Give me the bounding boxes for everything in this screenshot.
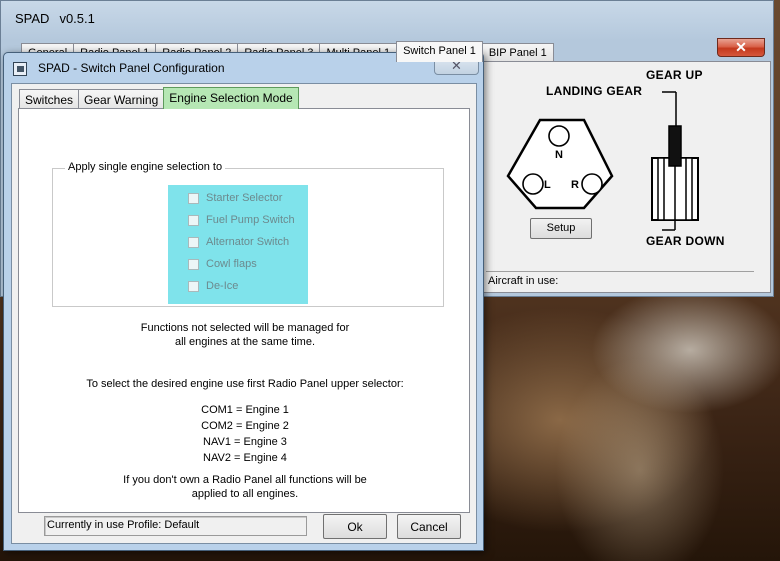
tab-engine-selection-mode[interactable]: Engine Selection Mode bbox=[163, 87, 299, 109]
engine-mapping-list: COM1 = Engine 1 COM2 = Engine 2 NAV1 = E… bbox=[19, 402, 471, 466]
groupbox-label: Apply single engine selection to bbox=[65, 161, 226, 173]
mapping-com1: COM1 = Engine 1 bbox=[201, 404, 289, 416]
cancel-button[interactable]: Cancel bbox=[397, 514, 461, 539]
info-managed-text: Functions not selected will be managed f… bbox=[19, 321, 471, 349]
tab-switches[interactable]: Switches bbox=[19, 89, 80, 109]
aircraft-in-use-status: Aircraft in use: bbox=[486, 271, 754, 289]
spad-close-button[interactable]: ✕ bbox=[717, 38, 765, 57]
spad-app-name: SPAD bbox=[15, 11, 50, 26]
engine-options-list: Starter Selector Fuel Pump Switch Altern… bbox=[168, 185, 308, 304]
checkbox-icon[interactable] bbox=[188, 236, 199, 248]
mapping-nav1: NAV1 = Engine 3 bbox=[203, 436, 287, 448]
option-cowl-flaps[interactable]: Cowl flaps bbox=[188, 255, 257, 273]
setup-button[interactable]: Setup bbox=[530, 218, 592, 239]
info-line: applied to all engines. bbox=[191, 488, 299, 500]
checkbox-icon[interactable] bbox=[188, 192, 199, 204]
engine-selection-panel: Apply single engine selection to Starter… bbox=[18, 108, 470, 513]
tab-gear-warning[interactable]: Gear Warning bbox=[78, 89, 165, 109]
right-gear-light bbox=[581, 173, 603, 195]
option-starter-selector[interactable]: Starter Selector bbox=[188, 189, 282, 207]
option-de-ice[interactable]: De-Ice bbox=[188, 277, 238, 295]
spad-version: v0.5.1 bbox=[59, 11, 95, 26]
ok-button[interactable]: Ok bbox=[323, 514, 387, 539]
info-line: all engines at the same time. bbox=[174, 336, 316, 348]
gear-lever bbox=[651, 91, 699, 231]
checkbox-icon[interactable] bbox=[188, 214, 199, 226]
info-no-radio-text: If you don't own a Radio Panel all funct… bbox=[19, 473, 471, 501]
app-window-icon bbox=[13, 62, 27, 76]
spad-window-title: SPAD v0.5.1 bbox=[15, 11, 95, 26]
option-fuel-pump-switch[interactable]: Fuel Pump Switch bbox=[188, 211, 295, 229]
option-label: De-Ice bbox=[206, 280, 239, 292]
dialog-tab-strip: Switches Gear Warning Engine Selection M… bbox=[19, 87, 299, 109]
checkbox-icon[interactable] bbox=[188, 258, 199, 270]
right-gear-light-label: R bbox=[571, 179, 579, 191]
checkbox-icon[interactable] bbox=[188, 280, 199, 292]
option-label: Fuel Pump Switch bbox=[206, 214, 295, 226]
option-alternator-switch[interactable]: Alternator Switch bbox=[188, 233, 289, 251]
left-gear-light-label: L bbox=[544, 179, 551, 191]
info-line: Functions not selected will be managed f… bbox=[140, 322, 350, 334]
nose-gear-light bbox=[548, 125, 570, 147]
switch-panel-config-dialog: SPAD - Switch Panel Configuration ✕ Swit… bbox=[3, 52, 484, 551]
option-label: Starter Selector bbox=[206, 192, 283, 204]
dialog-client-area: Switches Gear Warning Engine Selection M… bbox=[11, 83, 477, 544]
left-gear-light bbox=[522, 173, 544, 195]
nose-gear-light-label: N bbox=[555, 149, 563, 161]
tab-bip-panel-1[interactable]: BIP Panel 1 bbox=[481, 43, 554, 62]
mapping-com2: COM2 = Engine 2 bbox=[201, 420, 289, 432]
mapping-nav2: NAV2 = Engine 4 bbox=[203, 452, 287, 464]
option-label: Cowl flaps bbox=[206, 258, 257, 270]
close-icon: ✕ bbox=[735, 39, 747, 55]
profile-status: Currently in use Profile: Default bbox=[44, 516, 307, 536]
info-select-text: To select the desired engine use first R… bbox=[19, 377, 471, 391]
option-label: Alternator Switch bbox=[206, 236, 290, 248]
dialog-title: SPAD - Switch Panel Configuration bbox=[38, 61, 225, 75]
info-line: If you don't own a Radio Panel all funct… bbox=[123, 474, 367, 486]
info-line: To select the desired engine use first R… bbox=[86, 378, 404, 390]
tab-switch-panel-1[interactable]: Switch Panel 1 bbox=[396, 41, 483, 62]
